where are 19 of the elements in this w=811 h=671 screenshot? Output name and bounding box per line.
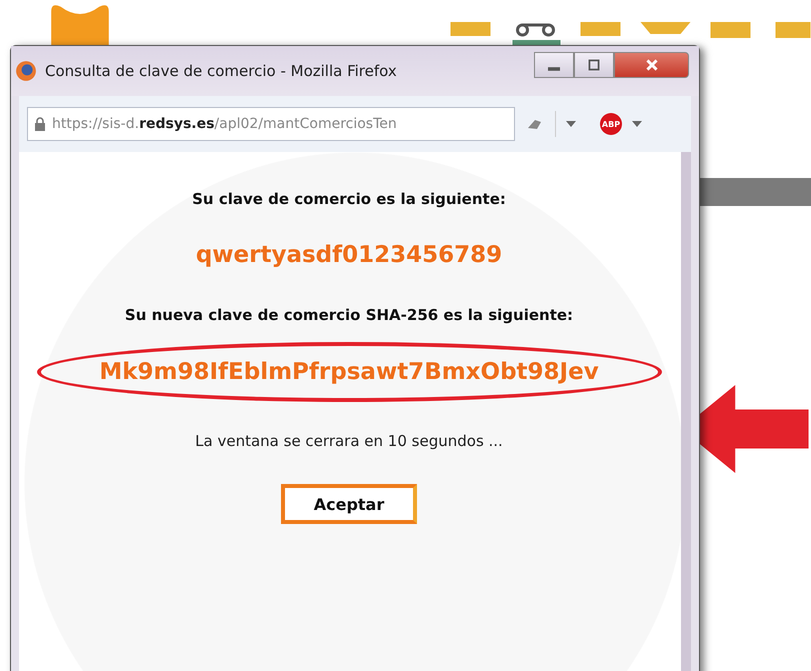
sha256-merchant-key: Mk9m98IfEblmPfrpsawt7BmxObt98Jev [99, 359, 599, 385]
dropdown-icon[interactable] [566, 121, 576, 127]
maximize-button[interactable] [574, 52, 614, 78]
key-label: Su clave de comercio es la siguiente: [192, 190, 506, 208]
address-field[interactable]: https://sis-d.redsys.es/apl02/mantComerciosTen [27, 107, 515, 141]
lock-icon [34, 117, 46, 131]
sha256-key-label: Su nueva clave de comercio SHA-256 es la siguiente: [124, 306, 574, 324]
maximize-icon [586, 59, 602, 71]
accept-button[interactable]: Aceptar [281, 484, 417, 524]
window-title: Consulta de clave de comercio - Mozilla Firefox [45, 62, 398, 80]
minimize-button[interactable] [534, 52, 574, 78]
close-icon [644, 59, 660, 71]
minimize-icon [548, 67, 560, 71]
adblock-button[interactable]: ABP [600, 113, 622, 135]
close-button[interactable] [614, 52, 689, 78]
browser-logo-icon [15, 60, 37, 82]
merchant-key: qwertyasdf0123456789 [196, 242, 502, 268]
countdown-text: La ventana se cerrara en 10 segundos ... [195, 432, 503, 450]
dropdown-icon[interactable] [632, 121, 642, 127]
